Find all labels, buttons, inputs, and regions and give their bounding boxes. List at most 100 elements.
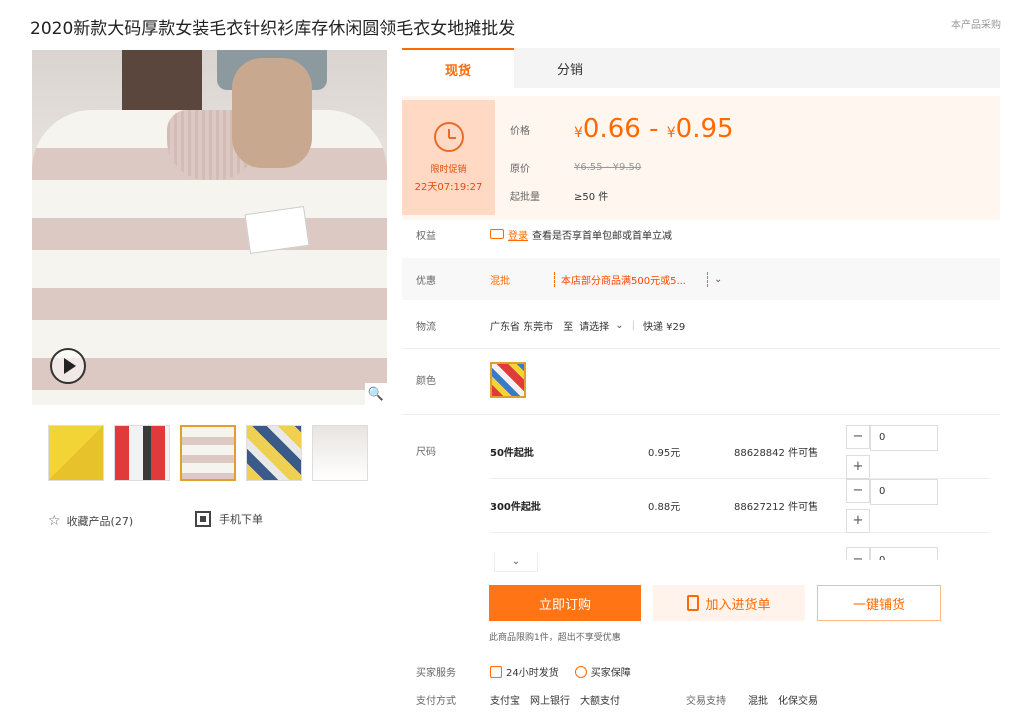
promo-box: 限时促销 22天07:19:27 [402, 100, 495, 215]
size-row-stock: 88628842 件可售 [734, 448, 819, 459]
trade-mixed: 混批 [748, 696, 768, 707]
trade-protected: 化保交易 [778, 696, 818, 707]
ship-to-label: 至 [563, 321, 574, 333]
thumbnail-strip [48, 425, 368, 481]
moq-row: 起批量 ≥50 件 [510, 188, 608, 203]
login-link[interactable]: 登录 [508, 227, 528, 242]
promo-countdown: 22天07:19:27 [414, 182, 483, 193]
tab-distribution[interactable]: 分销 [514, 48, 626, 88]
size-row-name: 300件起批 [490, 502, 541, 513]
logistics-label: 物流 [416, 321, 436, 333]
add-to-cart-button[interactable]: 加入进货单 [653, 585, 805, 621]
increment-button[interactable]: + [846, 454, 870, 479]
price-min: 0.66 [582, 114, 641, 144]
benefit-text: 查看是否享首单包邮或首单立减 [532, 230, 672, 242]
product-page: 2020新款大码厚款女装毛衣针织衫库存休闲圆领毛衣女地摊批发 本产品采购 🔍 ☆… [0, 0, 1011, 720]
decrement-button[interactable]: − [846, 547, 870, 560]
color-label: 颜色 [416, 376, 436, 387]
trade-support-label: 交易支持 [686, 696, 726, 707]
mixed-batch-tag: 混批 [490, 275, 510, 287]
hand-shape [232, 58, 312, 168]
promo-label: 限时促销 [430, 165, 467, 175]
thumbnail-5[interactable] [312, 425, 368, 481]
purchase-limit-note: 此商品限购1件，超出不享受优惠 [489, 633, 621, 643]
original-price: ¥6.55 - ¥9.50 [574, 162, 642, 173]
destination-select[interactable]: 请选择 [579, 318, 609, 333]
price-block: 限时促销 22天07:19:27 价格 ¥0.66 - ¥0.95 原价 ¥6.… [402, 96, 1000, 220]
payment-alipay: 支付宝 [490, 696, 520, 707]
payment-large: 大额支付 [580, 696, 620, 707]
decrement-button[interactable]: − [846, 478, 870, 503]
services-label: 买家服务 [416, 668, 456, 679]
size-row: − 0 [490, 533, 990, 560]
discount-label: 优惠 [416, 275, 436, 287]
size-row-price: 0.88元 [648, 502, 681, 513]
sweater-tag [244, 206, 310, 254]
logistics-row: 物流 广东省 东莞市 至 请选择 ⌄ | 快递 ¥29 [402, 312, 1000, 338]
one-click-distribute-button[interactable]: 一键铺货 [817, 585, 941, 621]
action-buttons: 立即订购 加入进货单 一键铺货 [489, 585, 941, 621]
size-row: 300件起批 0.88元 88627212 件可售 − 0 + [490, 478, 990, 533]
main-product-image[interactable]: 🔍 [32, 50, 387, 405]
play-video-button[interactable] [50, 348, 86, 384]
favorite-label: 收藏产品(27) [66, 515, 134, 528]
price-label: 价格 [510, 125, 530, 137]
alarm-clock-icon [433, 122, 464, 152]
clipboard-icon [687, 595, 700, 611]
service-24h: 24小时发货 [490, 664, 559, 679]
size-row-stock: 88627212 件可售 [734, 502, 819, 513]
size-row: 50件起批 0.95元 88628842 件可售 − 0 + [490, 424, 990, 479]
price-dash: - [649, 114, 659, 144]
size-table: 尺码 50件起批 0.95元 88628842 件可售 − 0 + 300件起批… [402, 414, 1000, 560]
ship-from: 广东省 东莞市 [490, 321, 554, 333]
favorite-button[interactable]: ☆ 收藏产品(27) [48, 513, 133, 529]
quantity-stepper: − 0 [846, 547, 938, 560]
divider: | [631, 319, 635, 331]
thumbnail-4[interactable] [246, 425, 302, 481]
size-label: 尺码 [416, 447, 436, 458]
shield-icon [574, 665, 587, 678]
payment-row: 支付方式 支付宝 网上银行 大额支付 交易支持 混批 化保交易 [402, 692, 1000, 707]
chevron-down-icon: ⌄ [511, 556, 521, 567]
benefit-label: 权益 [416, 230, 436, 242]
moq-value: ≥50 件 [574, 192, 609, 203]
payment-bank: 网上银行 [530, 696, 570, 707]
star-icon: ☆ [48, 513, 61, 529]
tab-spot[interactable]: 现货 [402, 48, 514, 88]
expand-sizes-button[interactable]: ⌄ [494, 552, 538, 572]
add-to-cart-label: 加入进货单 [705, 596, 771, 612]
original-price-label: 原价 [510, 164, 530, 175]
buy-now-button[interactable]: 立即订购 [489, 585, 641, 621]
mobile-order-label: 手机下单 [219, 513, 263, 526]
chevron-down-icon[interactable]: ⌄ [615, 320, 623, 331]
price-max: 0.95 [675, 114, 734, 144]
buyer-services-row: 买家服务 24小时发货 买家保障 [402, 664, 1000, 679]
quantity-stepper: − 0 + [846, 424, 938, 479]
color-swatch[interactable] [490, 361, 526, 398]
mobile-order-button[interactable]: 手机下单 [195, 511, 263, 527]
coupon-text[interactable]: 本店部分商品满500元或5... [554, 271, 708, 287]
thumbnail-1[interactable] [48, 425, 104, 481]
benefit-row: 权益 登录 查看是否享首单包邮或首单立减 [402, 222, 1000, 246]
moq-label: 起批量 [510, 192, 540, 203]
size-row-price: 0.95元 [648, 448, 681, 459]
increment-button[interactable]: + [846, 508, 870, 533]
color-row: 颜色 [402, 348, 1000, 410]
quantity-input[interactable]: 0 [870, 424, 938, 451]
price-row: 价格 ¥0.66 - ¥0.95 [510, 114, 734, 144]
quantity-input[interactable]: 0 [870, 478, 938, 505]
size-row-name: 50件起批 [490, 448, 534, 459]
page-title: 2020新款大码厚款女装毛衣针织衫库存休闲圆领毛衣女地摊批发 [30, 19, 516, 39]
quantity-input[interactable]: 0 [870, 547, 938, 560]
zoom-icon[interactable]: 🔍 [365, 383, 387, 405]
chevron-down-icon[interactable]: ⌄ [714, 274, 722, 285]
express-fee: 快递 ¥29 [642, 321, 686, 333]
qr-code-icon [195, 511, 211, 527]
thumbnail-3[interactable] [180, 425, 236, 481]
quantity-stepper: − 0 + [846, 478, 938, 533]
purchase-tabs: 现货 分销 [402, 48, 1000, 88]
decrement-button[interactable]: − [846, 424, 870, 449]
clock-icon [490, 665, 502, 678]
thumbnail-2[interactable] [114, 425, 170, 481]
original-price-row: 原价 ¥6.55 - ¥9.50 [510, 160, 641, 175]
